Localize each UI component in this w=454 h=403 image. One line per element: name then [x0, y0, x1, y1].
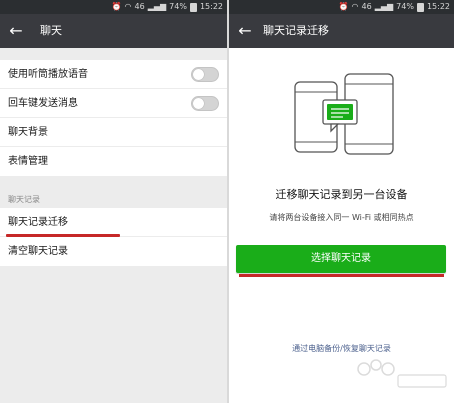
migration-heading: 迁移聊天记录到另一台设备 [275, 188, 408, 201]
setting-row-sticker-management[interactable]: 表情管理 [0, 147, 227, 176]
annotation-underline [239, 274, 444, 277]
annotation-underline [6, 234, 120, 237]
battery-icon [189, 2, 197, 12]
watermark-logo [357, 359, 447, 388]
section-label-chat-history: 聊天记录 [8, 195, 40, 204]
app-bar: ← 聊天 [0, 14, 227, 48]
clock: 15:22 [426, 2, 450, 11]
page-title: 聊天记录迁移 [263, 24, 329, 37]
setting-label: 清空聊天记录 [8, 246, 68, 257]
setting-label: 聊天记录迁移 [8, 217, 68, 228]
toggle-knob [193, 69, 204, 80]
enter-send-toggle[interactable] [191, 96, 219, 111]
phones-transfer-illustration [294, 73, 394, 155]
status-bar: ⏰ ◠ 46 ▂▄▆ 74% 15:22 [0, 0, 227, 14]
migration-subtitle: 请将两台设备接入同一 Wi-Fi 或相同热点 [269, 213, 414, 222]
alarm-icon: ⏰ [111, 2, 122, 11]
setting-row-chat-background[interactable]: 聊天背景 [0, 118, 227, 147]
signal-icon: ▂▄▆ [374, 2, 394, 11]
app-bar: ← 聊天记录迁移 [229, 14, 454, 48]
pc-backup-link[interactable]: 通过电脑备份/恢复聊天记录 [229, 343, 454, 354]
setting-row-earpiece[interactable]: 使用听筒播放语音 [0, 60, 227, 89]
earpiece-toggle[interactable] [191, 67, 219, 82]
chat-options-list: 使用听筒播放语音 回车键发送消息 聊天背景 表情管理 [0, 60, 227, 176]
migration-panel: ⏰ ◠ 46 ▂▄▆ 74% 15:22 ← 聊天记录迁移 迁移聊天记录到另一台… [229, 0, 454, 403]
chat-history-list: 聊天记录迁移 清空聊天记录 [0, 208, 227, 266]
setting-row-migrate-history[interactable]: 聊天记录迁移 [0, 208, 227, 237]
setting-row-enter-send[interactable]: 回车键发送消息 [0, 89, 227, 118]
setting-label: 聊天背景 [8, 127, 48, 138]
toggle-knob [193, 98, 204, 109]
signal-type: 46 [361, 2, 372, 11]
setting-label: 表情管理 [8, 156, 48, 167]
clock: 15:22 [199, 2, 223, 11]
back-button[interactable]: ← [235, 21, 255, 41]
arrow-left-icon: ← [9, 21, 23, 40]
wifi-icon: ◠ [124, 2, 132, 11]
signal-type: 46 [134, 2, 145, 11]
back-button[interactable]: ← [6, 21, 26, 41]
setting-label: 使用听筒播放语音 [8, 69, 88, 80]
battery-icon [416, 2, 424, 12]
battery-percent: 74% [169, 2, 187, 11]
signal-icon: ▂▄▆ [147, 2, 167, 11]
setting-label: 回车键发送消息 [8, 98, 78, 109]
select-chat-history-button[interactable]: 选择聊天记录 [236, 245, 446, 273]
setting-row-clear-history[interactable]: 清空聊天记录 [0, 237, 227, 266]
page-title: 聊天 [40, 24, 62, 37]
alarm-icon: ⏰ [338, 2, 349, 11]
wifi-icon: ◠ [351, 2, 359, 11]
chat-settings-panel: ⏰ ◠ 46 ▂▄▆ 74% 15:22 ← 聊天 使用听筒播放语音 回车键发送… [0, 0, 227, 403]
status-bar: ⏰ ◠ 46 ▂▄▆ 74% 15:22 [229, 0, 454, 14]
battery-percent: 74% [396, 2, 414, 11]
arrow-left-icon: ← [238, 21, 252, 40]
